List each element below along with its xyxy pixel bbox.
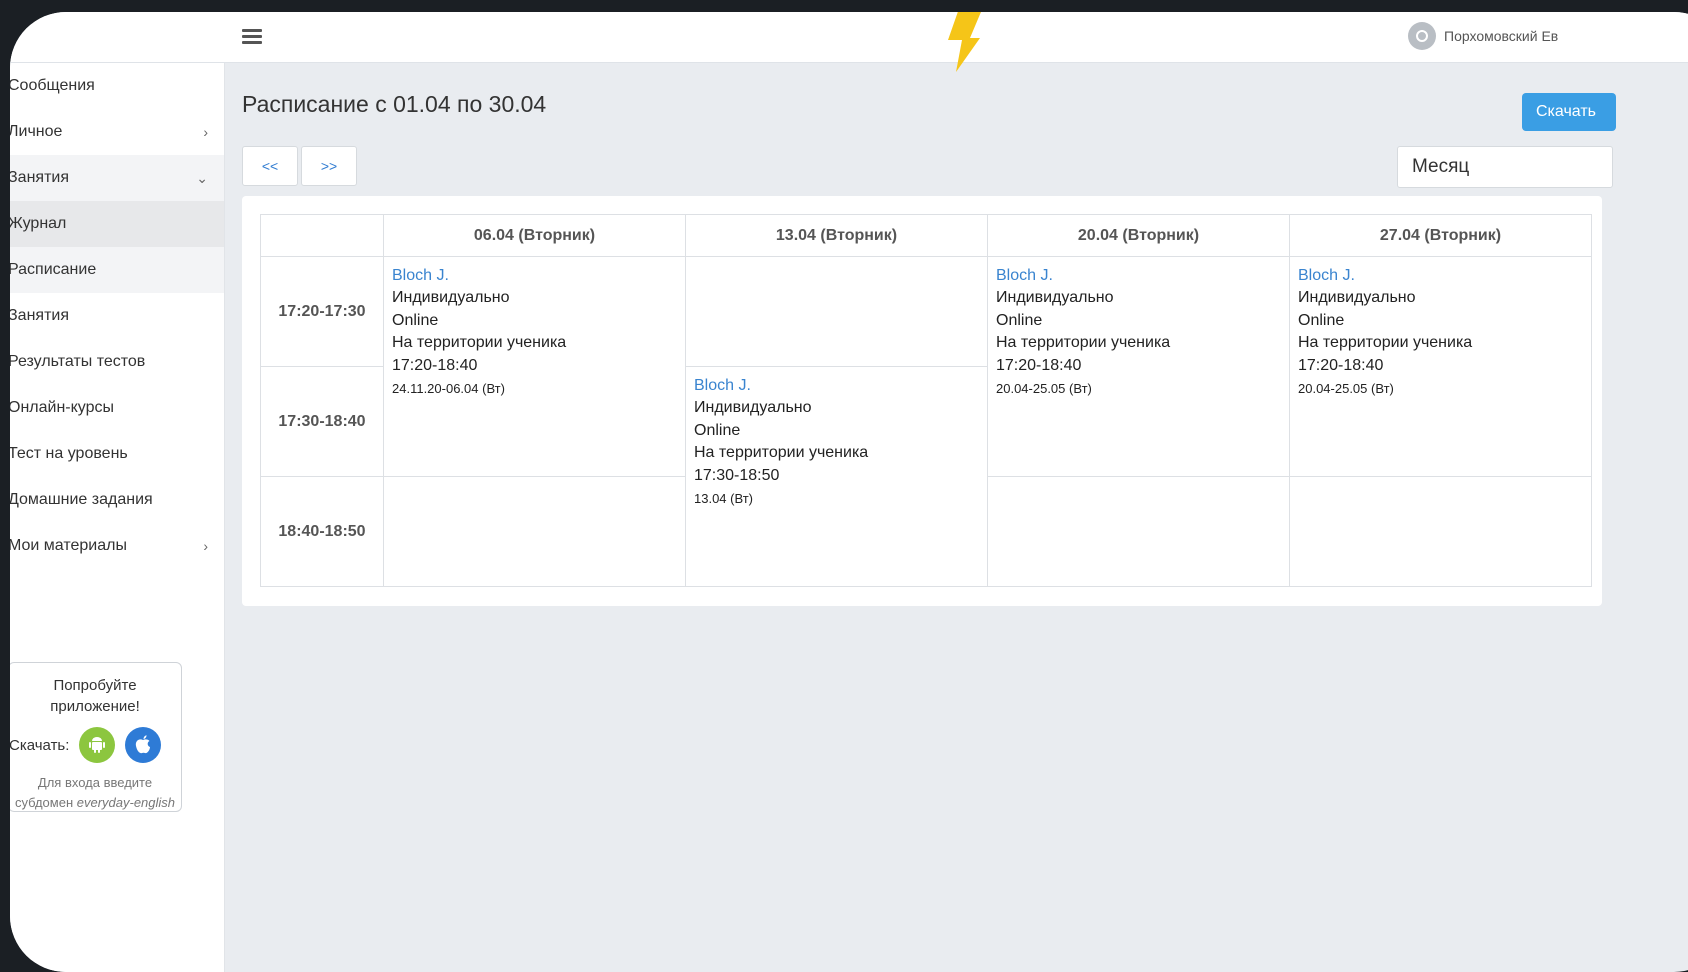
promo-note: Для входа введите субдомен everyday-engl… [10,773,181,813]
sidebar-item-schedule[interactable]: Расписание [10,247,224,293]
lesson-cell[interactable]: Bloch J. Индивидуально Online На террито… [987,256,1290,477]
lesson-place: На территории ученика [996,334,1171,351]
corner-cell [260,214,384,257]
period-select[interactable]: Месяц [1397,146,1613,188]
user-menu[interactable]: Порхомовский Ев [1408,22,1558,50]
column-header: 06.04 (Вторник) [383,214,686,257]
sidebar-item-homework[interactable]: Домашние задания [10,477,224,523]
lesson-type: Индивидуально [996,289,1114,306]
lesson-time: 17:20-18:40 [1298,356,1384,374]
promo-title: Попробуйте приложение! [50,677,140,715]
lesson-time: 17:20-18:40 [392,356,478,374]
schedule-header-row: 06.04 (Вторник) 13.04 (Вторник) 20.04 (В… [260,214,1592,257]
sidebar-item-label: Личное [10,123,63,140]
empty-cell[interactable] [987,476,1290,587]
empty-cell[interactable] [383,476,686,587]
lesson-dates: 20.04-25.05 (Вт) [996,381,1092,396]
lesson-card[interactable]: Bloch J. Индивидуально Online На террито… [384,257,685,399]
promo-download-row: Скачать: [10,727,181,763]
lesson-dates: 20.04-25.05 (Вт) [1298,381,1394,396]
sidebar-item-level-test[interactable]: Тест на уровень [10,431,224,477]
lesson-time: 17:20-18:40 [996,356,1082,374]
page-title: Расписание с 01.04 по 30.04 [242,91,547,117]
schedule-table: 06.04 (Вторник) 13.04 (Вторник) 20.04 (В… [260,214,1592,587]
sidebar-item-journal[interactable]: Журнал [10,201,224,247]
sidebar-item-personal[interactable]: Личное › [10,109,224,155]
column-header: 13.04 (Вторник) [685,214,988,257]
sidebar-item-test-results[interactable]: Результаты тестов [10,339,224,385]
chevron-right-icon: › [203,124,208,140]
sidebar-item-messages[interactable]: Сообщения [10,63,224,109]
empty-cell[interactable] [1289,476,1592,587]
lesson-format: Online [392,311,439,329]
lesson-type: Индивидуально [1298,289,1416,306]
download-button[interactable]: Скачать [1522,93,1616,131]
sidebar-item-label: Тест на уровень [10,445,128,462]
teacher-link[interactable]: Bloch J. [392,265,677,287]
sidebar-item-online-courses[interactable]: Онлайн-курсы [10,385,224,431]
lesson-place: На территории ученика [1298,334,1473,351]
sidebar-item-label: Расписание [10,261,97,278]
sidebar-item-lessons-group[interactable]: Занятия ⌄ [10,155,224,201]
lesson-cell[interactable]: Bloch J. Индивидуально Online На террито… [685,366,988,587]
sidebar-item-label: Мои материалы [10,537,127,554]
sidebar-item-lessons[interactable]: Занятия [10,293,224,339]
apple-icon[interactable] [125,727,162,763]
lesson-format: Online [996,311,1043,329]
sidebar: Сообщения Личное › Занятия ⌄ Журнал Расп… [10,63,225,972]
lesson-place: На территории ученика [392,334,567,351]
lesson-cell[interactable]: Bloch J. Индивидуально Online На террито… [383,256,686,477]
lesson-format: Online [694,421,741,439]
sidebar-item-label: Занятия [10,169,69,186]
schedule-panel: 06.04 (Вторник) 13.04 (Вторник) 20.04 (В… [242,196,1602,606]
prev-period-button[interactable]: << [242,146,298,186]
lesson-cell[interactable]: Bloch J. Индивидуально Online На террито… [1289,256,1592,477]
lesson-card[interactable]: Bloch J. Индивидуально Online На террито… [686,367,987,509]
column-header: 27.04 (Вторник) [1289,214,1592,257]
lesson-card[interactable]: Bloch J. Индивидуально Online На террито… [1290,257,1591,399]
sidebar-item-label: Занятия [10,307,69,324]
android-icon[interactable] [79,727,116,763]
lesson-time: 17:30-18:50 [694,466,780,484]
next-period-button[interactable]: >> [301,146,357,186]
sidebar-item-label: Сообщения [10,77,95,94]
column-header: 20.04 (Вторник) [987,214,1290,257]
empty-cell[interactable] [685,256,988,367]
chevron-down-icon: ⌄ [196,170,208,186]
time-slot: 17:30-18:40 [260,366,384,477]
hamburger-icon[interactable] [242,26,262,46]
user-avatar-icon [1408,22,1436,50]
time-slot: 17:20-17:30 [260,256,384,367]
sidebar-item-label: Результаты тестов [10,353,146,370]
lesson-card[interactable]: Bloch J. Индивидуально Online На террито… [988,257,1289,399]
app-promo-box: Попробуйте приложение! Скачать: Для вход… [10,662,182,812]
teacher-link[interactable]: Bloch J. [1298,265,1583,287]
lesson-type: Индивидуально [392,289,510,306]
table-row: 17:20-17:30 Bloch J. Индивидуально Onlin… [260,256,1592,477]
promo-download-label: Скачать: [10,736,70,754]
app-window: Порхомовский Ев Сообщения Личное › Занят… [10,12,1688,972]
lesson-place: На территории ученика [694,444,869,461]
sidebar-item-label: Журнал [10,215,67,232]
teacher-link[interactable]: Bloch J. [694,375,979,397]
sidebar-item-label: Домашние задания [10,491,153,508]
teacher-link[interactable]: Bloch J. [996,265,1281,287]
user-name: Порхомовский Ев [1444,28,1559,44]
chevron-right-icon: › [203,538,208,554]
top-bar: Порхомовский Ев [10,12,1688,72]
sidebar-item-label: Онлайн-курсы [10,399,115,416]
lesson-format: Online [1298,311,1345,329]
lesson-type: Индивидуально [694,399,812,416]
sidebar-item-my-materials[interactable]: Мои материалы › [10,523,224,569]
lesson-dates: 13.04 (Вт) [694,491,753,506]
lesson-dates: 24.11.20-06.04 (Вт) [392,381,505,396]
time-slot: 18:40-18:50 [260,476,384,587]
main-content: Расписание с 01.04 по 30.04 Скачать << >… [242,63,1688,972]
promo-subdomain: everyday-english [76,795,176,810]
